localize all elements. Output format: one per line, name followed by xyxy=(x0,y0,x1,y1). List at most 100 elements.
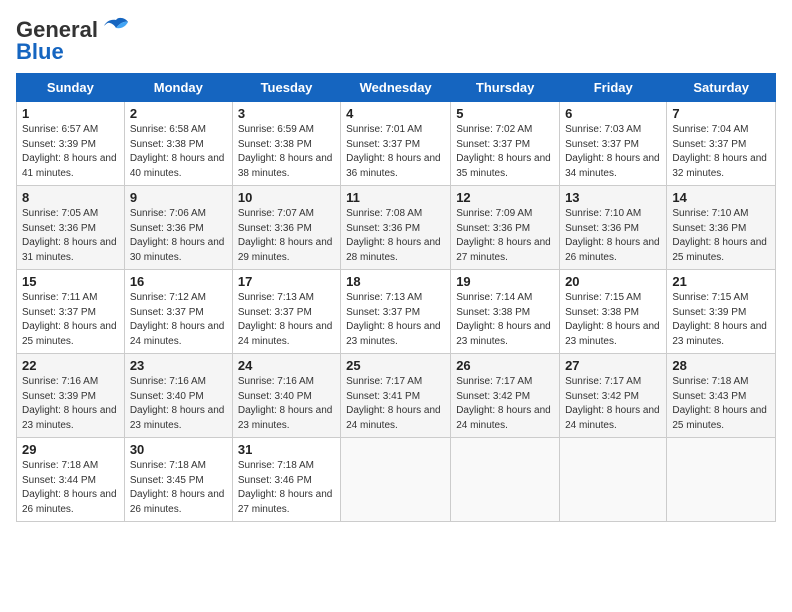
calendar-cell: 9 Sunrise: 7:06 AMSunset: 3:36 PMDayligh… xyxy=(124,186,232,270)
day-info: Sunrise: 7:06 AMSunset: 3:36 PMDaylight:… xyxy=(130,208,225,263)
weekday-header-friday: Friday xyxy=(560,74,667,102)
day-info: Sunrise: 7:11 AMSunset: 3:37 PMDaylight:… xyxy=(22,292,117,347)
day-info: Sunrise: 7:10 AMSunset: 3:36 PMDaylight:… xyxy=(565,208,660,263)
calendar-cell: 2 Sunrise: 6:58 AMSunset: 3:38 PMDayligh… xyxy=(124,102,232,186)
day-number: 6 xyxy=(565,106,661,121)
day-number: 22 xyxy=(22,358,119,373)
day-number: 26 xyxy=(456,358,554,373)
day-number: 14 xyxy=(672,190,770,205)
calendar-cell: 7 Sunrise: 7:04 AMSunset: 3:37 PMDayligh… xyxy=(667,102,776,186)
calendar-cell: 22 Sunrise: 7:16 AMSunset: 3:39 PMDaylig… xyxy=(17,354,125,438)
weekday-header-saturday: Saturday xyxy=(667,74,776,102)
day-info: Sunrise: 7:02 AMSunset: 3:37 PMDaylight:… xyxy=(456,124,551,179)
day-number: 10 xyxy=(238,190,335,205)
day-info: Sunrise: 7:03 AMSunset: 3:37 PMDaylight:… xyxy=(565,124,660,179)
weekday-header-wednesday: Wednesday xyxy=(341,74,451,102)
calendar-cell: 1 Sunrise: 6:57 AMSunset: 3:39 PMDayligh… xyxy=(17,102,125,186)
day-number: 31 xyxy=(238,442,335,457)
calendar-cell: 13 Sunrise: 7:10 AMSunset: 3:36 PMDaylig… xyxy=(560,186,667,270)
day-info: Sunrise: 7:13 AMSunset: 3:37 PMDaylight:… xyxy=(238,292,333,347)
calendar-cell: 8 Sunrise: 7:05 AMSunset: 3:36 PMDayligh… xyxy=(17,186,125,270)
weekday-header-tuesday: Tuesday xyxy=(232,74,340,102)
day-number: 5 xyxy=(456,106,554,121)
day-info: Sunrise: 7:17 AMSunset: 3:42 PMDaylight:… xyxy=(456,376,551,431)
day-number: 15 xyxy=(22,274,119,289)
calendar-cell: 15 Sunrise: 7:11 AMSunset: 3:37 PMDaylig… xyxy=(17,270,125,354)
day-info: Sunrise: 7:15 AMSunset: 3:39 PMDaylight:… xyxy=(672,292,767,347)
calendar-cell: 25 Sunrise: 7:17 AMSunset: 3:41 PMDaylig… xyxy=(341,354,451,438)
day-info: Sunrise: 6:58 AMSunset: 3:38 PMDaylight:… xyxy=(130,124,225,179)
day-info: Sunrise: 7:18 AMSunset: 3:43 PMDaylight:… xyxy=(672,376,767,431)
day-number: 23 xyxy=(130,358,227,373)
day-number: 9 xyxy=(130,190,227,205)
calendar-cell: 18 Sunrise: 7:13 AMSunset: 3:37 PMDaylig… xyxy=(341,270,451,354)
day-number: 7 xyxy=(672,106,770,121)
calendar-table: SundayMondayTuesdayWednesdayThursdayFrid… xyxy=(16,73,776,522)
day-info: Sunrise: 6:57 AMSunset: 3:39 PMDaylight:… xyxy=(22,124,117,179)
day-info: Sunrise: 7:10 AMSunset: 3:36 PMDaylight:… xyxy=(672,208,767,263)
day-info: Sunrise: 7:08 AMSunset: 3:36 PMDaylight:… xyxy=(346,208,441,263)
day-number: 29 xyxy=(22,442,119,457)
calendar-cell: 10 Sunrise: 7:07 AMSunset: 3:36 PMDaylig… xyxy=(232,186,340,270)
day-info: Sunrise: 7:01 AMSunset: 3:37 PMDaylight:… xyxy=(346,124,441,179)
day-number: 17 xyxy=(238,274,335,289)
day-number: 18 xyxy=(346,274,445,289)
calendar-cell: 12 Sunrise: 7:09 AMSunset: 3:36 PMDaylig… xyxy=(451,186,560,270)
day-info: Sunrise: 7:12 AMSunset: 3:37 PMDaylight:… xyxy=(130,292,225,347)
day-info: Sunrise: 7:04 AMSunset: 3:37 PMDaylight:… xyxy=(672,124,767,179)
day-info: Sunrise: 7:18 AMSunset: 3:44 PMDaylight:… xyxy=(22,460,117,515)
day-info: Sunrise: 7:18 AMSunset: 3:45 PMDaylight:… xyxy=(130,460,225,515)
day-number: 11 xyxy=(346,190,445,205)
day-number: 3 xyxy=(238,106,335,121)
weekday-header-sunday: Sunday xyxy=(17,74,125,102)
day-info: Sunrise: 7:17 AMSunset: 3:42 PMDaylight:… xyxy=(565,376,660,431)
calendar-cell xyxy=(341,438,451,522)
logo-bird-icon xyxy=(102,16,130,43)
day-number: 20 xyxy=(565,274,661,289)
calendar-cell: 24 Sunrise: 7:16 AMSunset: 3:40 PMDaylig… xyxy=(232,354,340,438)
day-number: 1 xyxy=(22,106,119,121)
calendar-cell: 31 Sunrise: 7:18 AMSunset: 3:46 PMDaylig… xyxy=(232,438,340,522)
calendar-cell: 3 Sunrise: 6:59 AMSunset: 3:38 PMDayligh… xyxy=(232,102,340,186)
calendar-cell: 14 Sunrise: 7:10 AMSunset: 3:36 PMDaylig… xyxy=(667,186,776,270)
day-number: 25 xyxy=(346,358,445,373)
day-number: 28 xyxy=(672,358,770,373)
day-number: 4 xyxy=(346,106,445,121)
calendar-cell: 28 Sunrise: 7:18 AMSunset: 3:43 PMDaylig… xyxy=(667,354,776,438)
page-header: General Blue xyxy=(16,16,776,65)
calendar-cell: 5 Sunrise: 7:02 AMSunset: 3:37 PMDayligh… xyxy=(451,102,560,186)
day-number: 27 xyxy=(565,358,661,373)
calendar-cell xyxy=(451,438,560,522)
day-number: 2 xyxy=(130,106,227,121)
day-number: 21 xyxy=(672,274,770,289)
day-info: Sunrise: 7:15 AMSunset: 3:38 PMDaylight:… xyxy=(565,292,660,347)
day-number: 30 xyxy=(130,442,227,457)
day-info: Sunrise: 7:16 AMSunset: 3:40 PMDaylight:… xyxy=(130,376,225,431)
calendar-cell: 20 Sunrise: 7:15 AMSunset: 3:38 PMDaylig… xyxy=(560,270,667,354)
day-number: 13 xyxy=(565,190,661,205)
weekday-header-monday: Monday xyxy=(124,74,232,102)
day-info: Sunrise: 7:16 AMSunset: 3:39 PMDaylight:… xyxy=(22,376,117,431)
day-number: 19 xyxy=(456,274,554,289)
day-info: Sunrise: 7:18 AMSunset: 3:46 PMDaylight:… xyxy=(238,460,333,515)
day-number: 24 xyxy=(238,358,335,373)
calendar-cell: 30 Sunrise: 7:18 AMSunset: 3:45 PMDaylig… xyxy=(124,438,232,522)
calendar-cell: 19 Sunrise: 7:14 AMSunset: 3:38 PMDaylig… xyxy=(451,270,560,354)
day-info: Sunrise: 7:17 AMSunset: 3:41 PMDaylight:… xyxy=(346,376,441,431)
day-info: Sunrise: 7:09 AMSunset: 3:36 PMDaylight:… xyxy=(456,208,551,263)
logo-text-blue: Blue xyxy=(16,39,64,65)
calendar-cell: 29 Sunrise: 7:18 AMSunset: 3:44 PMDaylig… xyxy=(17,438,125,522)
calendar-cell: 17 Sunrise: 7:13 AMSunset: 3:37 PMDaylig… xyxy=(232,270,340,354)
day-info: Sunrise: 7:16 AMSunset: 3:40 PMDaylight:… xyxy=(238,376,333,431)
day-number: 12 xyxy=(456,190,554,205)
weekday-header-thursday: Thursday xyxy=(451,74,560,102)
day-info: Sunrise: 6:59 AMSunset: 3:38 PMDaylight:… xyxy=(238,124,333,179)
day-info: Sunrise: 7:07 AMSunset: 3:36 PMDaylight:… xyxy=(238,208,333,263)
day-info: Sunrise: 7:05 AMSunset: 3:36 PMDaylight:… xyxy=(22,208,117,263)
calendar-cell: 4 Sunrise: 7:01 AMSunset: 3:37 PMDayligh… xyxy=(341,102,451,186)
calendar-cell: 23 Sunrise: 7:16 AMSunset: 3:40 PMDaylig… xyxy=(124,354,232,438)
calendar-cell: 16 Sunrise: 7:12 AMSunset: 3:37 PMDaylig… xyxy=(124,270,232,354)
calendar-cell: 27 Sunrise: 7:17 AMSunset: 3:42 PMDaylig… xyxy=(560,354,667,438)
calendar-cell: 11 Sunrise: 7:08 AMSunset: 3:36 PMDaylig… xyxy=(341,186,451,270)
calendar-cell xyxy=(667,438,776,522)
